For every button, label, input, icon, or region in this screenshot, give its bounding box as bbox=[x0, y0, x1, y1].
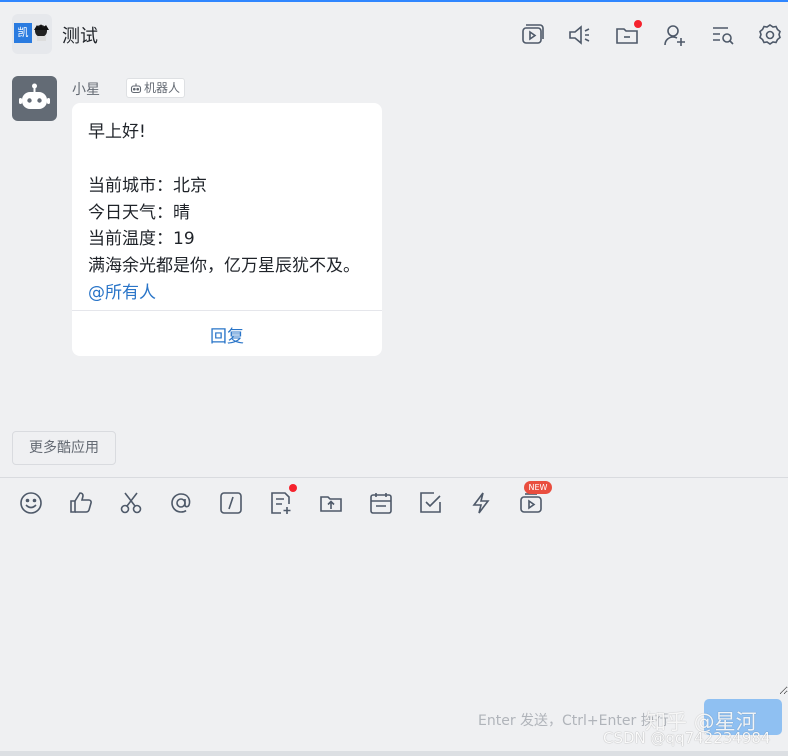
message-temperature: 当前温度：19 bbox=[88, 229, 195, 249]
message-greeting: 早上好! bbox=[88, 122, 146, 142]
task-check-icon[interactable] bbox=[418, 490, 444, 516]
lightning-icon[interactable] bbox=[468, 490, 494, 516]
group-avatar[interactable]: 凯 bbox=[12, 14, 52, 54]
at-icon[interactable] bbox=[168, 490, 194, 516]
bot-tag: 机器人 bbox=[126, 78, 186, 98]
send-shortcut-hint: Enter 发送，Ctrl+Enter 换行 bbox=[478, 713, 669, 729]
reply-button[interactable]: 回复 bbox=[72, 322, 382, 347]
watermark-csdn: CSDN @qq742234984 bbox=[603, 729, 771, 747]
bot-avatar[interactable] bbox=[12, 76, 57, 121]
chat-header: 凯 测试 bbox=[0, 2, 788, 64]
gear-icon[interactable] bbox=[757, 22, 783, 48]
new-badge: NEW bbox=[524, 481, 552, 494]
folder-notification-dot bbox=[634, 20, 642, 28]
more-cool-apps-button[interactable]: 更多酷应用 bbox=[12, 431, 116, 465]
message-weather: 今日天气：晴 bbox=[88, 203, 190, 223]
slash-command-icon[interactable] bbox=[218, 490, 244, 516]
thumbs-up-icon[interactable] bbox=[68, 490, 94, 516]
message-quote: 满海余光都是你，亿万星辰犹不及。 bbox=[88, 256, 360, 276]
upload-file-icon[interactable] bbox=[318, 490, 344, 516]
search-history-icon[interactable] bbox=[710, 22, 736, 48]
calendar-icon[interactable] bbox=[368, 490, 394, 516]
add-member-icon[interactable] bbox=[662, 22, 688, 48]
sender-name[interactable]: 小星 bbox=[72, 79, 100, 99]
message-card: 早上好! 当前城市：北京 今日天气：晴 当前温度：19 满海余光都是你，亿万星辰… bbox=[72, 103, 382, 356]
group-avatar-text: 凯 bbox=[14, 23, 32, 43]
emoji-icon[interactable] bbox=[18, 490, 44, 516]
message-input[interactable] bbox=[0, 525, 788, 695]
mention-all-link[interactable]: @所有人 bbox=[88, 278, 156, 303]
toolbar-divider bbox=[0, 477, 788, 478]
bottom-strip bbox=[0, 751, 788, 756]
doc-notification-dot bbox=[289, 484, 297, 492]
message-city: 当前城市：北京 bbox=[88, 176, 207, 196]
scissors-icon[interactable] bbox=[118, 490, 144, 516]
card-divider bbox=[72, 310, 382, 311]
chat-title: 测试 bbox=[62, 26, 98, 47]
robot-icon bbox=[19, 83, 50, 109]
add-doc-icon[interactable] bbox=[268, 490, 294, 516]
video-icon[interactable] bbox=[520, 22, 546, 48]
speaker-icon[interactable] bbox=[567, 22, 593, 48]
group-avatar-figure-icon bbox=[34, 24, 49, 41]
bot-tag-label: 机器人 bbox=[144, 81, 181, 95]
small-robot-icon bbox=[130, 83, 142, 94]
